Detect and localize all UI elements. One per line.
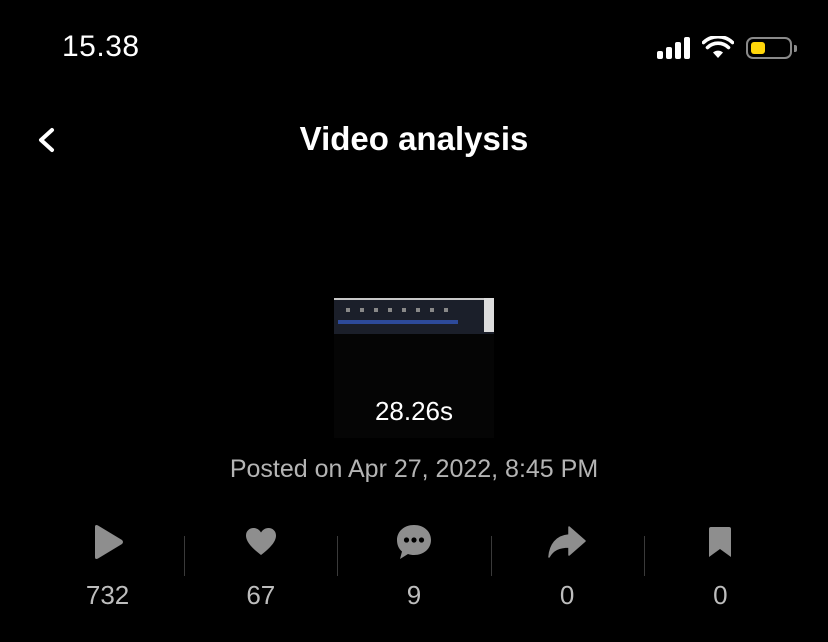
shares-count: 0 xyxy=(559,580,575,610)
likes-count: 67 xyxy=(246,580,276,610)
comments-count: 9 xyxy=(406,580,422,610)
page-title: Video analysis xyxy=(299,120,529,157)
stat-saves[interactable]: 0 xyxy=(643,520,797,620)
stat-comments[interactable]: 9 xyxy=(337,520,490,620)
play-icon xyxy=(94,525,123,559)
battery-icon xyxy=(746,37,797,59)
stat-shares[interactable]: 0 xyxy=(490,520,644,620)
status-icons xyxy=(657,36,797,60)
video-thumbnail[interactable]: 28.26s xyxy=(334,298,494,438)
share-icon xyxy=(548,526,586,558)
status-time: 15.38 xyxy=(62,30,140,63)
stats-row: 732 67 9 0 0 xyxy=(31,520,797,620)
posted-date: Posted on Apr 27, 2022, 8:45 PM xyxy=(229,455,599,483)
wifi-icon xyxy=(702,36,734,58)
video-duration: 28.26s xyxy=(374,396,454,426)
bookmark-icon xyxy=(709,527,732,557)
thumbnail-image xyxy=(334,298,494,334)
comment-icon xyxy=(396,525,431,559)
stat-views[interactable]: 732 xyxy=(31,520,184,620)
navigation-bar: Video analysis xyxy=(0,110,828,170)
status-bar: 15.38 xyxy=(0,0,828,100)
saves-count: 0 xyxy=(713,580,728,610)
views-count: 732 xyxy=(85,580,130,610)
cellular-signal-icon xyxy=(657,37,690,59)
stat-likes[interactable]: 67 xyxy=(184,520,337,620)
heart-icon xyxy=(245,528,276,555)
